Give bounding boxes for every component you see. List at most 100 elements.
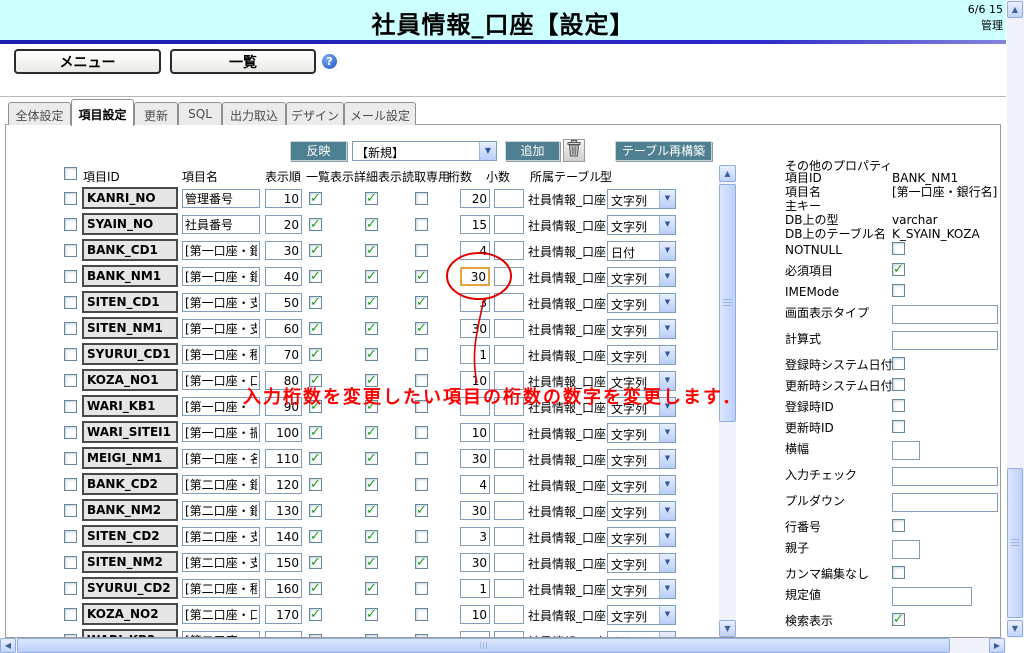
grid-scrollbar[interactable]: ▲ ▼ (719, 165, 736, 637)
detail-display-checkbox[interactable] (365, 451, 378, 466)
type-select[interactable]: 日付 ▼ (607, 241, 676, 261)
item-id-button[interactable]: KOZA_NO1 (82, 369, 178, 391)
readonly-checkbox[interactable] (415, 582, 428, 595)
detail-display-checkbox[interactable] (365, 243, 378, 258)
readonly-checkbox[interactable] (415, 400, 428, 413)
detail-display-checkbox[interactable] (365, 321, 378, 336)
readonly-checkbox[interactable] (415, 374, 428, 387)
chevron-down-icon[interactable]: ▼ (659, 268, 675, 286)
chevron-down-icon[interactable]: ▼ (659, 450, 675, 468)
property-checkbox[interactable] (892, 519, 905, 532)
item-name-input[interactable] (182, 423, 260, 442)
digits-input[interactable] (460, 189, 490, 208)
readonly-checkbox[interactable] (415, 555, 428, 570)
property-input[interactable] (892, 540, 920, 559)
tab-5[interactable]: 出力取込 (222, 102, 286, 125)
display-order-input[interactable] (265, 293, 302, 312)
item-name-input[interactable] (182, 501, 260, 520)
item-name-input[interactable] (182, 241, 260, 260)
property-checkbox[interactable] (892, 612, 905, 627)
row-select-checkbox[interactable] (64, 400, 77, 413)
decimals-input[interactable] (494, 267, 524, 286)
item-id-button[interactable]: SITEN_CD1 (82, 291, 178, 313)
property-input[interactable] (892, 305, 998, 324)
property-checkbox[interactable] (892, 284, 905, 297)
detail-display-checkbox[interactable] (365, 477, 378, 492)
display-order-input[interactable] (265, 449, 302, 468)
chevron-down-icon[interactable]: ▼ (479, 142, 496, 160)
chevron-down-icon[interactable]: ▼ (659, 580, 675, 598)
decimals-input[interactable] (494, 371, 524, 390)
grid-scroll-down-icon[interactable]: ▼ (719, 620, 736, 637)
list-display-checkbox[interactable] (309, 295, 322, 310)
item-name-input[interactable] (182, 397, 260, 416)
list-display-checkbox[interactable] (309, 555, 322, 570)
type-select[interactable]: 文字列 ▼ (607, 293, 676, 313)
detail-display-checkbox[interactable] (365, 269, 378, 284)
type-select[interactable]: 文字列 ▼ (607, 397, 676, 417)
chevron-down-icon[interactable]: ▼ (659, 502, 675, 520)
chevron-down-icon[interactable]: ▼ (659, 398, 675, 416)
row-select-checkbox[interactable] (64, 478, 77, 491)
chevron-down-icon[interactable]: ▼ (659, 476, 675, 494)
row-select-checkbox[interactable] (64, 374, 77, 387)
chevron-down-icon[interactable]: ▼ (659, 320, 675, 338)
item-id-button[interactable]: SYAIN_NO (82, 213, 178, 235)
detail-display-checkbox[interactable] (365, 503, 378, 518)
type-select[interactable]: 文字列 ▼ (607, 553, 676, 573)
digits-input[interactable] (460, 449, 490, 468)
tab-1[interactable]: 全体設定 (8, 102, 71, 125)
item-id-button[interactable]: WARI_KB1 (82, 395, 178, 417)
readonly-checkbox[interactable] (415, 478, 428, 491)
tab-3[interactable]: 更新 (134, 102, 178, 125)
digits-input[interactable] (460, 631, 490, 637)
page-scroll-right-icon[interactable]: ▶ (989, 638, 1005, 653)
page-scroll-left-icon[interactable]: ◀ (0, 638, 16, 653)
list-display-checkbox[interactable] (309, 243, 322, 258)
readonly-checkbox[interactable] (415, 530, 428, 543)
decimals-input[interactable] (494, 553, 524, 572)
readonly-checkbox[interactable] (415, 244, 428, 257)
chevron-down-icon[interactable]: ▼ (659, 346, 675, 364)
item-id-button[interactable]: BANK_CD1 (82, 239, 178, 261)
readonly-checkbox[interactable] (415, 503, 428, 518)
row-select-checkbox[interactable] (64, 348, 77, 361)
page-hscroll-thumb[interactable] (17, 638, 950, 653)
detail-display-checkbox[interactable] (365, 581, 378, 596)
display-order-input[interactable] (265, 371, 302, 390)
row-select-checkbox[interactable] (64, 452, 77, 465)
chevron-down-icon[interactable]: ▼ (659, 632, 675, 637)
readonly-checkbox[interactable] (415, 269, 428, 284)
row-select-checkbox[interactable] (64, 634, 77, 637)
page-vscrollbar[interactable]: ▲ ▼ (1007, 0, 1024, 638)
property-checkbox[interactable] (892, 566, 905, 579)
row-select-checkbox[interactable] (64, 426, 77, 439)
page-hscrollbar[interactable]: ◀ ▶ (0, 638, 1006, 653)
item-id-button[interactable]: SYURUI_CD2 (82, 577, 178, 599)
row-select-checkbox[interactable] (64, 322, 77, 335)
detail-display-checkbox[interactable] (365, 607, 378, 622)
detail-display-checkbox[interactable] (365, 425, 378, 440)
grid-scroll-up-icon[interactable]: ▲ (719, 165, 736, 182)
digits-input[interactable] (460, 423, 490, 442)
readonly-checkbox[interactable] (415, 192, 428, 205)
digits-input[interactable] (460, 553, 490, 572)
readonly-checkbox[interactable] (415, 608, 428, 621)
chevron-down-icon[interactable]: ▼ (659, 294, 675, 312)
type-select[interactable]: 文字列 ▼ (607, 501, 676, 521)
item-id-button[interactable]: WARI_SITEI1 (82, 421, 178, 443)
item-id-button[interactable]: WARI_KB2 (82, 629, 178, 637)
type-select[interactable]: 文字列 ▼ (607, 423, 676, 443)
digits-input[interactable] (460, 345, 490, 364)
chevron-down-icon[interactable]: ▼ (659, 424, 675, 442)
digits-input[interactable] (460, 397, 490, 416)
item-name-input[interactable] (182, 527, 260, 546)
decimals-input[interactable] (494, 527, 524, 546)
row-select-checkbox[interactable] (64, 296, 77, 309)
digits-input[interactable] (460, 215, 490, 234)
list-display-checkbox[interactable] (309, 191, 322, 206)
list-display-checkbox[interactable] (309, 451, 322, 466)
row-select-checkbox[interactable] (64, 244, 77, 257)
decimals-input[interactable] (494, 241, 524, 260)
readonly-checkbox[interactable] (415, 321, 428, 336)
